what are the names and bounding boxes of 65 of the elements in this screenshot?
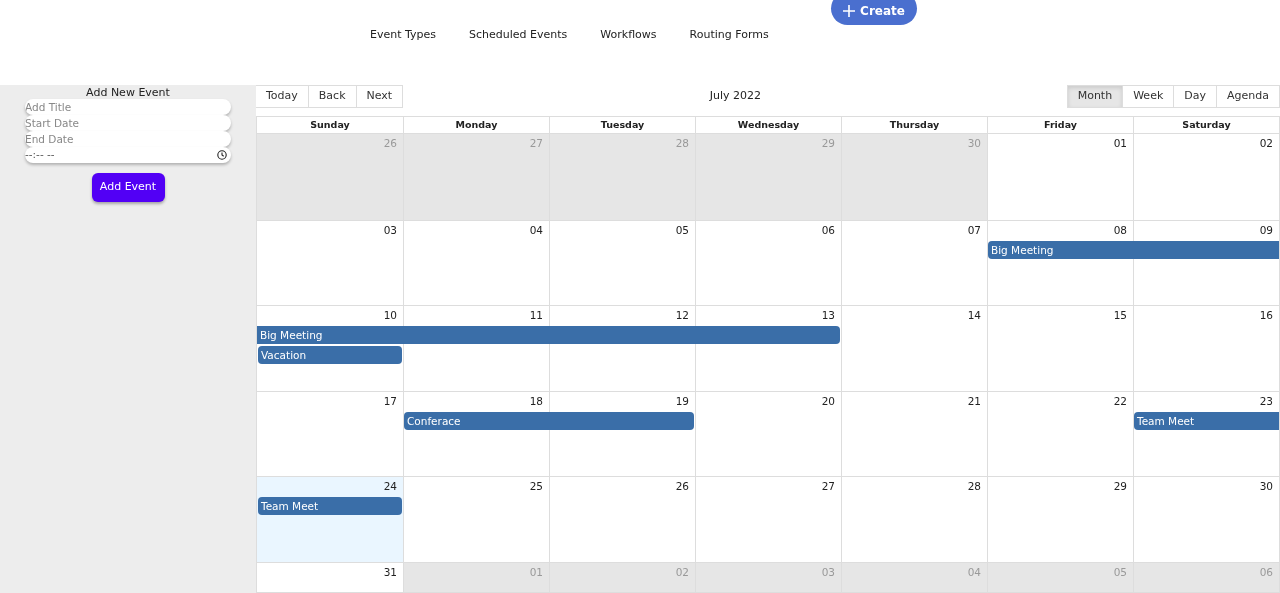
date-number[interactable]: 31 [383,565,397,578]
weekday-header: Wednesday [695,117,841,134]
event-bar[interactable]: Big Meeting [257,326,840,344]
date-number[interactable]: 17 [383,394,397,407]
date-number[interactable]: 09 [1259,223,1273,236]
weekday-header: Friday [987,117,1133,134]
date-number[interactable]: 11 [529,309,543,322]
date-number[interactable]: 28 [967,480,981,493]
date-number[interactable]: 01 [1113,137,1127,150]
input-field[interactable]: Start Date [25,115,231,131]
date-number[interactable]: 22 [1113,394,1127,407]
view-tab[interactable]: Day [1173,85,1217,108]
nav-link[interactable]: Routing Forms [689,27,769,44]
nav-link[interactable]: Scheduled Events [469,27,568,44]
clock-icon[interactable] [217,150,227,160]
date-number[interactable]: 18 [529,394,543,407]
date-number[interactable]: 05 [675,223,689,236]
date-number[interactable]: 25 [529,480,543,493]
create-button[interactable]: Create [831,0,917,25]
date-number[interactable]: 24 [383,480,397,493]
toolbar-button[interactable]: Next [355,85,404,108]
date-number[interactable]: 19 [675,394,689,407]
date-number[interactable]: 27 [821,480,835,493]
date-number[interactable]: 02 [1259,137,1273,150]
input-field[interactable]: End Date [25,131,231,147]
date-number[interactable]: 08 [1113,223,1127,236]
toolbar-button[interactable]: Today [256,85,309,108]
date-number[interactable]: 30 [1259,480,1273,493]
event-bar[interactable]: Big Meeting [988,240,1279,259]
toolbar-button[interactable]: Back [307,85,357,108]
event-bar[interactable]: Team Meet [1134,411,1279,430]
date-number[interactable]: 07 [967,223,981,236]
view-tab[interactable]: Week [1122,85,1175,108]
date-number[interactable]: 14 [967,309,981,322]
weekday-header: Sunday [309,118,351,132]
date-number[interactable]: 15 [1113,309,1127,322]
weekday-header: Monday [403,117,549,134]
weekday-header: Thursday [841,117,987,134]
time-field[interactable]: --:-- -- [25,147,231,163]
date-number[interactable]: 23 [1259,394,1273,407]
date-number[interactable]: 04 [529,223,543,236]
date-number[interactable]: 13 [821,309,835,322]
date-number[interactable]: 16 [1259,309,1273,322]
event-bar[interactable]: Conferace [404,411,694,430]
weekday-header: Tuesday [549,117,695,134]
date-number[interactable]: 10 [383,309,397,322]
date-number[interactable]: 06 [821,223,835,236]
date-number[interactable]: 03 [383,223,397,236]
date-number[interactable]: 12 [675,309,689,322]
nav-link[interactable]: Workflows [600,27,657,44]
event-bar[interactable]: Team Meet [258,497,402,515]
plus-icon [843,5,856,17]
date-number[interactable]: 20 [821,394,835,407]
view-tab[interactable]: Agenda [1216,85,1280,108]
add-event-button[interactable]: Add Event [91,173,165,202]
view-tab[interactable]: Month [1066,85,1124,108]
nav-link[interactable]: Event Types [370,27,436,44]
date-number[interactable]: 21 [967,394,981,407]
input-field[interactable]: Add Title [25,99,231,115]
date-number[interactable]: 29 [1113,480,1127,493]
event-bar[interactable]: Vacation [258,346,402,364]
weekday-header: Saturday [1133,117,1279,134]
month-label: July 2022 [709,88,762,105]
form-title: Add New Event [86,87,170,99]
date-number[interactable]: 26 [675,480,689,493]
